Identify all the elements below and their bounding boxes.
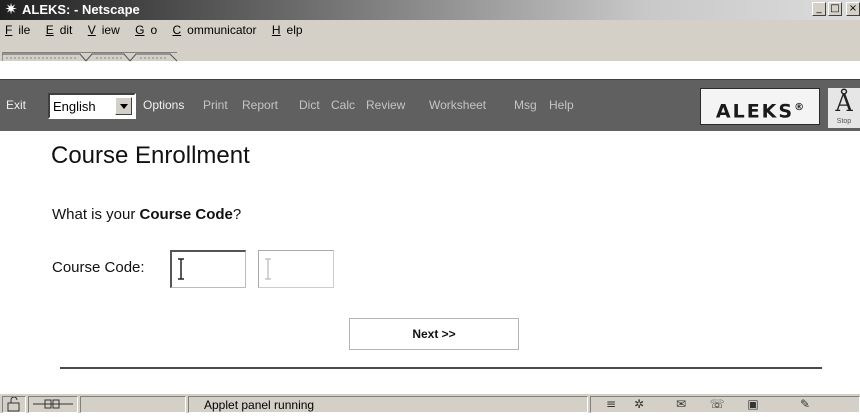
toolbar-options[interactable]: Options (143, 98, 184, 112)
toolbar-help[interactable]: Help (549, 98, 574, 112)
close-icon[interactable]: × (846, 2, 860, 16)
toolbar-review[interactable]: Review (366, 98, 405, 112)
security-icon[interactable] (2, 396, 26, 413)
course-code-question: What is your Course Code? (52, 206, 242, 223)
page-title: Course Enrollment (51, 142, 250, 169)
mail-icon[interactable]: ✉ (670, 396, 692, 412)
aleks-logo-text: ALEKS® (715, 100, 805, 123)
minimize-icon[interactable]: _ (812, 2, 826, 16)
text-cursor-icon (265, 258, 271, 280)
composer-icon[interactable]: ▣ (742, 396, 764, 412)
stop-button[interactable]: Å Stop (828, 88, 860, 128)
toolbar-dict[interactable]: Dict (299, 98, 320, 112)
window-title: ALEKS: - Netscape (22, 2, 140, 17)
exit-link[interactable]: Exit (6, 98, 26, 112)
toolbar-msg[interactable]: Msg (514, 98, 537, 112)
course-code-field-1[interactable] (170, 250, 257, 288)
connection-icon (28, 396, 78, 413)
toolbar-calc[interactable]: Calc (331, 98, 355, 112)
discussions-icon[interactable]: ☏ (706, 396, 728, 412)
menu-go[interactable]: Go (135, 23, 163, 37)
netscape-app-icon[interactable]: ✷ (3, 2, 19, 18)
menu-items: File Edit View Go Communicator Help (5, 22, 315, 38)
toolbar-print[interactable]: Print (203, 98, 228, 112)
collapsed-toolbar-tabs[interactable] (2, 52, 178, 62)
stop-icon: Å (835, 89, 853, 117)
course-code-label: Course Code: (52, 259, 145, 276)
maximize-icon[interactable]: □ (828, 2, 842, 16)
document-icon[interactable]: ≡ (604, 396, 618, 412)
edit-icon[interactable]: ✎ (794, 396, 816, 412)
language-selected-value: English (53, 99, 96, 114)
aleks-logo: ALEKS® (700, 88, 820, 125)
toolbar-worksheet[interactable]: Worksheet (429, 98, 486, 112)
menu-edit[interactable]: Edit (46, 23, 79, 37)
toolbar-report[interactable]: Report (242, 98, 278, 112)
progress-field (80, 396, 186, 413)
menu-communicator[interactable]: Communicator (173, 23, 263, 37)
chevron-down-icon[interactable] (115, 97, 132, 115)
stop-label: Stop (836, 118, 852, 125)
next-button[interactable]: Next >> (349, 318, 519, 350)
menu-view[interactable]: View (88, 23, 126, 37)
status-message: Applet panel running (204, 398, 315, 412)
menu-help[interactable]: Help (272, 23, 309, 37)
divider (60, 367, 822, 369)
language-select[interactable]: English (48, 93, 136, 119)
text-cursor-icon (178, 258, 184, 280)
navigator-icon[interactable]: ✲ (628, 396, 650, 412)
menu-file[interactable]: File (5, 23, 36, 37)
course-code-field-2[interactable] (258, 250, 345, 288)
